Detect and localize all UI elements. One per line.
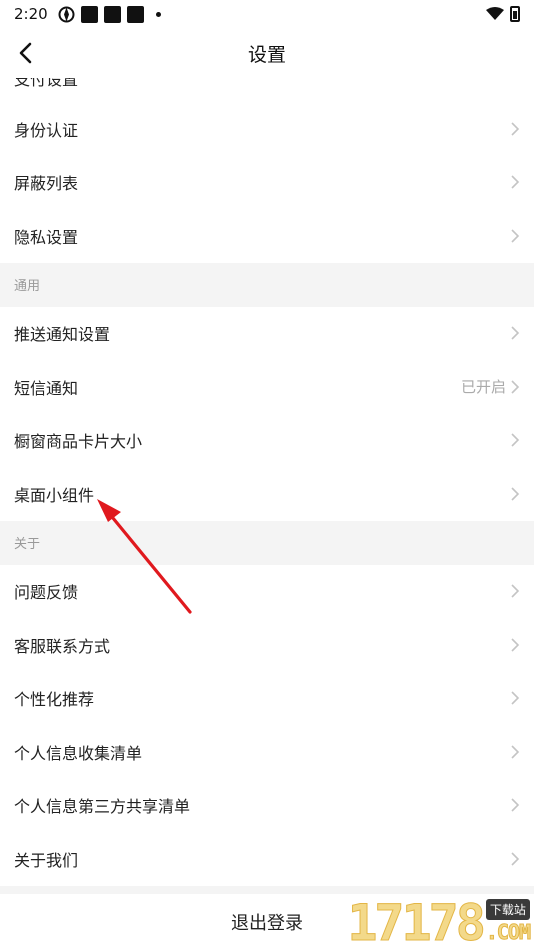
notification-icon	[126, 5, 144, 23]
list-item-info-collection[interactable]: 个人信息收集清单	[0, 725, 534, 779]
status-value: 已开启	[460, 378, 506, 397]
watermark-side: 下载站 .COM	[485, 899, 532, 945]
list-item-label: 屏蔽列表	[14, 174, 79, 194]
notification-icon	[80, 5, 98, 23]
chevron-right-icon	[511, 745, 520, 759]
notification-icons	[58, 5, 161, 23]
list-item-personalized-recommendation[interactable]: 个性化推荐	[0, 672, 534, 726]
chevron-right-icon	[511, 175, 520, 189]
back-arrow-icon[interactable]	[14, 40, 40, 66]
page-title: 设置	[247, 43, 286, 66]
chevron-right-icon	[511, 852, 520, 866]
list-item-customer-service[interactable]: 客服联系方式	[0, 618, 534, 672]
chevron-right-icon	[511, 326, 520, 340]
wifi-icon	[486, 7, 504, 20]
chevron-right-icon	[511, 487, 520, 501]
list-item-label: 橱窗商品卡片大小	[14, 432, 143, 452]
list-item-label: 个人信息收集清单	[14, 743, 143, 763]
list-item-label: 隐私设置	[14, 227, 79, 247]
notification-icon	[103, 5, 121, 23]
list-item-push-notifications[interactable]: 推送通知设置	[0, 307, 534, 361]
watermark-digits: 17178	[347, 894, 487, 950]
list-item-card-size[interactable]: 橱窗商品卡片大小	[0, 414, 534, 468]
list-item-label: 关于我们	[14, 850, 79, 870]
app-notification-icon	[58, 6, 75, 22]
chevron-right-icon	[511, 229, 520, 243]
more-notifications-icon	[155, 11, 161, 17]
chevron-right-icon	[511, 584, 520, 598]
list-item-label: 问题反馈	[14, 583, 79, 603]
battery-icon	[510, 6, 520, 22]
list-item-third-party-sharing[interactable]: 个人信息第三方共享清单	[0, 779, 534, 833]
section-header-general: 通用	[0, 262, 534, 307]
list-item-privacy[interactable]: 隐私设置	[0, 209, 534, 263]
list-item-label: 个性化推荐	[14, 690, 95, 710]
list-item-label: 桌面小组件	[14, 485, 95, 505]
list-item-sms-notifications[interactable]: 短信通知 已开启	[0, 360, 534, 414]
list-item-label: 个人信息第三方共享清单	[14, 797, 191, 817]
chevron-right-icon	[511, 433, 520, 447]
watermark-logo: 17178 下载站 .COM	[347, 894, 532, 950]
list-item-label: 身份认证	[14, 120, 79, 140]
list-item-partial[interactable]: 支付设置	[0, 78, 534, 102]
chevron-right-icon	[511, 380, 520, 394]
list-item-label: 推送通知设置	[14, 325, 111, 345]
chevron-right-icon	[511, 691, 520, 705]
status-bar: 2:20	[0, 0, 534, 28]
list-item-label: 支付设置	[14, 78, 79, 89]
list-item-block-list[interactable]: 屏蔽列表	[0, 156, 534, 210]
logout-label: 退出登录	[231, 913, 303, 934]
watermark-com: .COM	[485, 920, 531, 945]
list-item-label: 短信通知	[14, 378, 79, 398]
list-item-feedback[interactable]: 问题反馈	[0, 565, 534, 619]
list-item-about-us[interactable]: 关于我们	[0, 832, 534, 886]
nav-bar: 设置	[0, 28, 534, 78]
chevron-right-icon	[511, 798, 520, 812]
status-time: 2:20	[14, 5, 48, 23]
list-item-label: 客服联系方式	[14, 636, 111, 656]
list-item-identity[interactable]: 身份认证	[0, 102, 534, 156]
section-header-about: 关于	[0, 520, 534, 565]
system-icons	[486, 6, 520, 22]
list-item-desktop-widget[interactable]: 桌面小组件	[0, 467, 534, 521]
settings-list: 支付设置 身份认证 屏蔽列表 隐私设置 通用 推送通知设置 短信通知 已开启 橱…	[0, 78, 534, 894]
chevron-right-icon	[511, 638, 520, 652]
chevron-right-icon	[511, 122, 520, 136]
watermark-tag: 下载站	[485, 899, 530, 920]
divider	[0, 885, 534, 894]
